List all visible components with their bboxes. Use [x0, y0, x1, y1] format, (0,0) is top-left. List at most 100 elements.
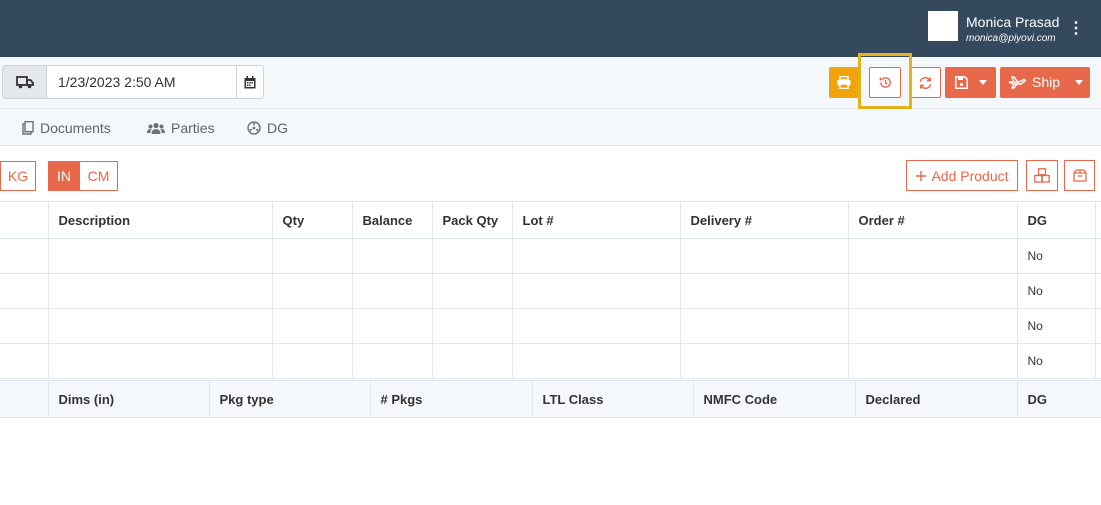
table-cell	[1095, 343, 1101, 379]
refresh-button[interactable]	[910, 67, 941, 98]
table-cell[interactable]	[848, 343, 1018, 379]
table-cell[interactable]	[680, 238, 849, 274]
table-cell[interactable]	[512, 273, 681, 309]
table-cell[interactable]	[432, 343, 513, 379]
table-cell[interactable]	[680, 308, 849, 344]
table-cell[interactable]	[272, 343, 353, 379]
table-cell[interactable]: No	[1017, 273, 1096, 309]
tab-label: Parties	[171, 120, 215, 136]
column-header[interactable]: DG	[1017, 201, 1096, 239]
table-cell[interactable]	[272, 238, 353, 274]
boxes-icon	[1034, 168, 1050, 183]
box-button[interactable]	[1064, 160, 1095, 191]
print-button[interactable]	[829, 67, 859, 98]
table-cell[interactable]	[48, 238, 273, 274]
truck-icon[interactable]	[2, 65, 46, 99]
column-header[interactable]: Qty	[272, 201, 353, 239]
user-name: Monica Prasad	[966, 14, 1060, 30]
users-icon	[147, 122, 165, 134]
chevron-down-icon[interactable]	[979, 80, 987, 85]
table-cell[interactable]	[432, 238, 513, 274]
table-row[interactable]: No	[0, 238, 1101, 274]
table-cell[interactable]	[352, 238, 433, 274]
table-cell	[1095, 308, 1101, 344]
packages-button[interactable]	[1026, 160, 1058, 191]
column-header[interactable]: Balance	[352, 201, 433, 239]
add-product-label: Add Product	[931, 167, 1009, 184]
table-cell[interactable]	[512, 308, 681, 344]
table-cell[interactable]	[352, 273, 433, 309]
more-options-icon[interactable]: ⋮	[1068, 19, 1084, 39]
column-header[interactable]: DG	[1017, 380, 1101, 418]
print-icon	[837, 76, 851, 89]
table-cell[interactable]	[352, 308, 433, 344]
add-product-button[interactable]: Add Product	[906, 160, 1018, 191]
column-header	[1095, 201, 1101, 239]
table-cell[interactable]	[848, 273, 1018, 309]
plus-icon	[916, 170, 927, 181]
tab-documents[interactable]: Documents	[22, 120, 111, 136]
tab-label: Documents	[40, 120, 111, 136]
column-header[interactable]: NMFC Code	[693, 380, 856, 418]
table-cell[interactable]	[272, 273, 353, 309]
column-header[interactable]: Declared	[855, 380, 1018, 418]
tab-dg[interactable]: DG	[247, 120, 288, 136]
column-header[interactable]: Pkg type	[209, 380, 371, 418]
column-header	[0, 201, 49, 239]
table-cell	[1095, 273, 1101, 309]
column-header[interactable]: Lot #	[512, 201, 681, 239]
ship-button[interactable]: Ship	[1000, 67, 1090, 98]
table-cell[interactable]: No	[1017, 238, 1096, 274]
save-button[interactable]	[945, 67, 996, 98]
top-bar: Monica Prasad monica@piyovi.com ⋮	[0, 0, 1101, 57]
table-header-row: Dims (in) Pkg type # Pkgs LTL Class NMFC…	[0, 380, 1101, 418]
table-cell[interactable]	[48, 308, 273, 344]
table-cell[interactable]	[512, 238, 681, 274]
table-row[interactable]: No	[0, 308, 1101, 344]
unit-cm-button[interactable]: CM	[79, 161, 118, 191]
column-header[interactable]: Dims (in)	[48, 380, 210, 418]
table-cell[interactable]	[680, 343, 849, 379]
column-header[interactable]: Pack Qty	[432, 201, 513, 239]
unit-kg-button[interactable]: KG	[0, 161, 36, 191]
table-cell[interactable]	[432, 273, 513, 309]
tab-parties[interactable]: Parties	[147, 120, 215, 136]
tab-label: DG	[267, 120, 288, 136]
table-cell[interactable]	[352, 343, 433, 379]
column-header[interactable]: Description	[48, 201, 273, 239]
table-cell[interactable]	[48, 343, 273, 379]
table-cell[interactable]	[0, 238, 49, 274]
table-row[interactable]: No	[0, 273, 1101, 309]
hazard-icon	[247, 121, 261, 135]
table-cell[interactable]	[0, 273, 49, 309]
table-cell[interactable]	[512, 343, 681, 379]
tab-bar: Documents Parties DG	[0, 109, 1101, 146]
user-email: monica@piyovi.com	[966, 33, 1056, 44]
date-input[interactable]	[46, 65, 237, 99]
table-cell[interactable]	[848, 308, 1018, 344]
table-row[interactable]: No	[0, 343, 1101, 379]
avatar[interactable]	[928, 11, 958, 41]
save-icon	[945, 67, 977, 98]
column-header	[0, 380, 49, 418]
column-header[interactable]: # Pkgs	[370, 380, 533, 418]
column-header[interactable]: Delivery #	[680, 201, 849, 239]
refresh-icon	[919, 76, 932, 89]
table-cell[interactable]	[48, 273, 273, 309]
table-cell[interactable]	[0, 308, 49, 344]
table-cell[interactable]	[272, 308, 353, 344]
table-cell[interactable]	[680, 273, 849, 309]
unit-in-button[interactable]: IN	[48, 161, 80, 191]
column-header[interactable]: Order #	[848, 201, 1018, 239]
table-cell[interactable]	[848, 238, 1018, 274]
document-icon	[22, 121, 34, 135]
table-cell[interactable]: No	[1017, 308, 1096, 344]
column-header[interactable]: LTL Class	[532, 380, 694, 418]
chevron-down-icon[interactable]	[1075, 80, 1083, 85]
table-header-row: Description Qty Balance Pack Qty Lot # D…	[0, 201, 1101, 239]
table-cell[interactable]: No	[1017, 343, 1096, 379]
calendar-icon[interactable]	[236, 65, 264, 99]
products-table: Description Qty Balance Pack Qty Lot # D…	[0, 201, 1101, 379]
table-cell[interactable]	[432, 308, 513, 344]
table-cell[interactable]	[0, 343, 49, 379]
